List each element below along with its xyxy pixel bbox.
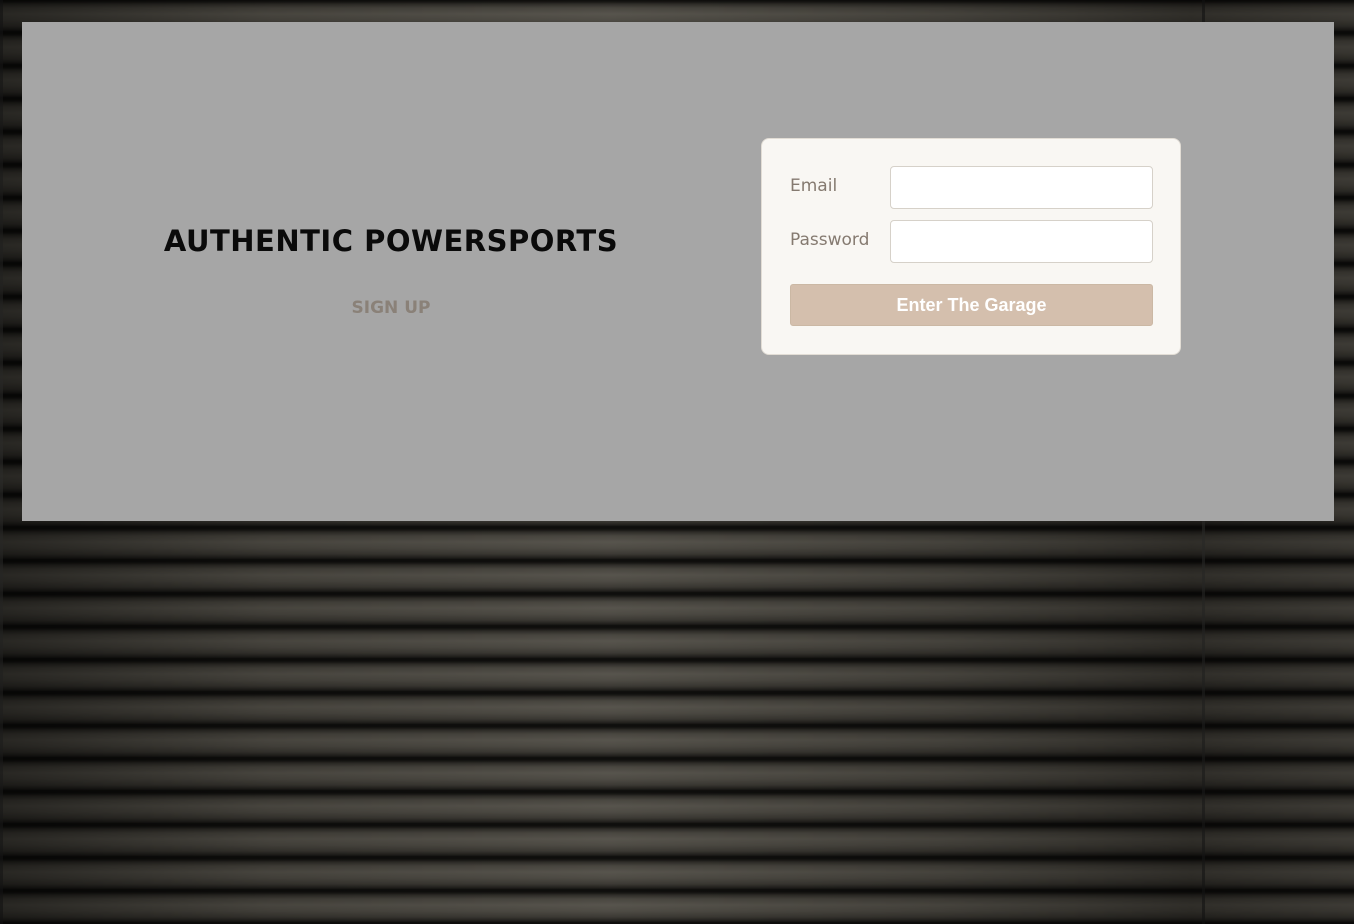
shutter-seam-left bbox=[0, 0, 3, 924]
email-row: Email bbox=[790, 166, 1154, 209]
hero-panel: AUTHENTIC POWERSPORTS SIGN UP Email Pass… bbox=[22, 22, 1334, 521]
brand-title: AUTHENTIC POWERSPORTS bbox=[163, 224, 619, 258]
signup-link[interactable]: SIGN UP bbox=[22, 298, 760, 318]
password-row: Password bbox=[790, 220, 1154, 263]
password-field[interactable] bbox=[890, 220, 1153, 263]
password-label: Password bbox=[790, 230, 870, 250]
email-field[interactable] bbox=[890, 166, 1153, 209]
enter-garage-button[interactable]: Enter The Garage bbox=[790, 284, 1153, 326]
login-form: Email Password Enter The Garage bbox=[761, 138, 1181, 355]
brand-block: AUTHENTIC POWERSPORTS SIGN UP bbox=[22, 22, 760, 521]
email-label: Email bbox=[790, 176, 838, 196]
